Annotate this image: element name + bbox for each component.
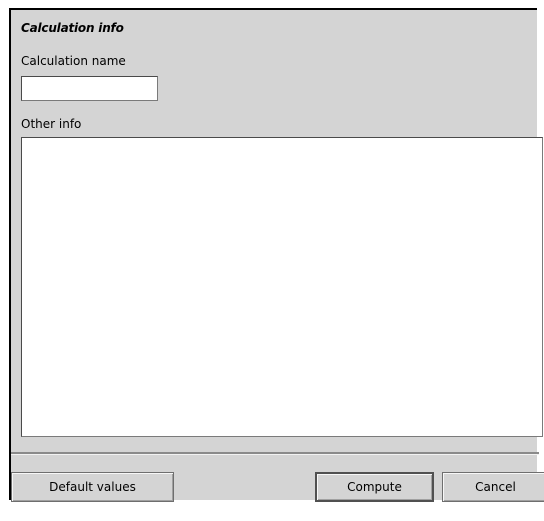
button-bar-divider — [11, 452, 539, 455]
section-title: Calculation info — [21, 21, 124, 35]
other-info-textarea[interactable] — [21, 137, 543, 437]
default-values-button[interactable]: Default values — [11, 472, 174, 502]
calculation-name-input[interactable] — [21, 76, 158, 101]
compute-button[interactable]: Compute — [315, 472, 434, 502]
other-info-label: Other info — [21, 117, 82, 131]
calculation-name-label: Calculation name — [21, 54, 126, 68]
calculation-dialog: Calculation info Calculation name Other … — [9, 8, 544, 502]
cancel-button[interactable]: Cancel — [442, 472, 544, 502]
